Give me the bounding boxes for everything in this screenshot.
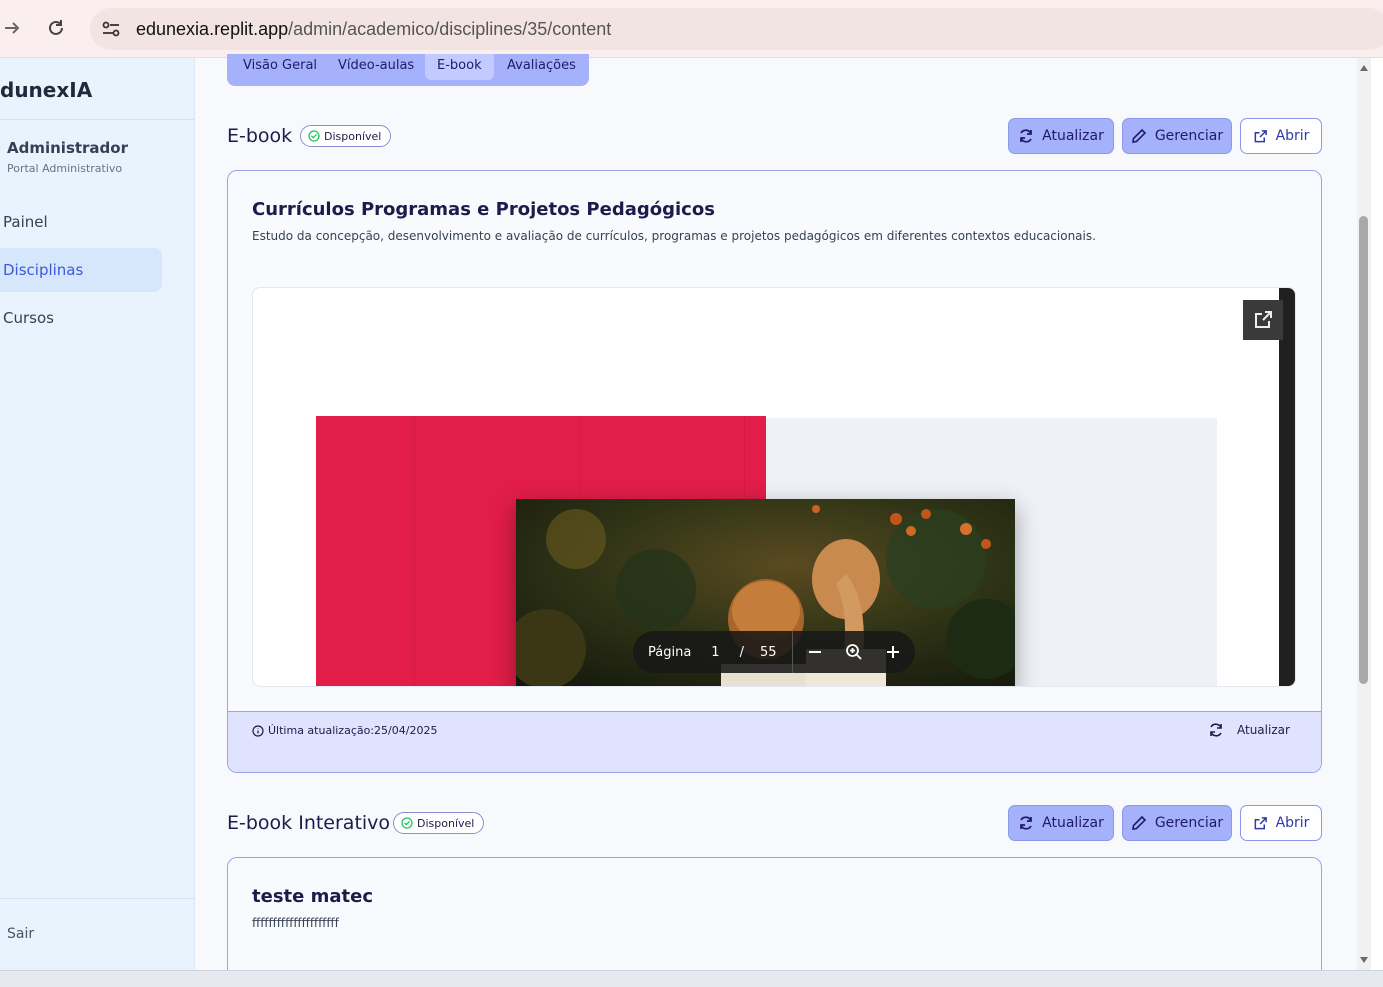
last-updated-label: Última atualização: [268, 724, 375, 737]
ebook-card-title: Currículos Programas e Projetos Pedagógi… [252, 199, 715, 220]
interactive-update-button[interactable]: Atualizar [1008, 805, 1114, 841]
tab-visao-geral[interactable]: Visão Geral [231, 54, 329, 80]
sidebar: dunexIA Administrador Portal Administrat… [0, 58, 195, 970]
external-link-icon [1254, 129, 1267, 142]
viewer-scrollbar[interactable] [1279, 288, 1295, 686]
sidebar-item-painel[interactable]: Painel [0, 200, 162, 244]
pencil-icon [1131, 815, 1146, 830]
ebook-manage-button[interactable]: Gerenciar [1122, 118, 1232, 154]
interactive-manage-button[interactable]: Gerenciar [1122, 805, 1232, 841]
user-role: Portal Administrativo [7, 162, 123, 175]
sidebar-item-label: Disciplinas [3, 261, 84, 279]
page-label: Página [648, 644, 692, 660]
footer-refresh-label: Atualizar [1237, 723, 1290, 737]
ebook-open-button[interactable]: Abrir [1240, 118, 1322, 154]
brand-logo-text: dunexIA [0, 78, 93, 102]
scrollbar-thumb[interactable] [1359, 216, 1368, 684]
last-updated-date: 25/04/2025 [374, 724, 438, 737]
info-icon [252, 724, 264, 737]
pencil-icon [1131, 128, 1146, 143]
popout-button[interactable] [1243, 300, 1283, 340]
ebook-card: Currículos Programas e Projetos Pedagógi… [227, 170, 1322, 773]
right-edge-panel [1371, 58, 1383, 970]
button-label: Abrir [1275, 815, 1310, 831]
refresh-icon [1020, 129, 1032, 143]
footer-refresh-button[interactable]: Atualizar [1208, 722, 1290, 738]
button-label: Gerenciar [1154, 815, 1224, 831]
interactive-card-title: teste matec [252, 886, 373, 907]
page-separator: / [739, 644, 744, 660]
interactive-status-badge: Disponível [393, 812, 485, 834]
forward-icon[interactable] [0, 14, 26, 42]
url-text[interactable]: edunexia.replit.app/admin/academico/disc… [136, 19, 611, 40]
refresh-icon [1020, 816, 1032, 830]
button-label: Atualizar [1042, 815, 1104, 831]
pdf-viewer[interactable]: Página 1 / 55 [252, 287, 1296, 687]
zoom-in-icon[interactable] [885, 644, 901, 660]
popout-icon [1255, 311, 1272, 328]
content-tabs: Visão Geral Vídeo-aulas E-book Avaliaçõe… [227, 54, 589, 86]
status-text: Disponível [417, 816, 475, 830]
ebook-section-title: E-book [227, 125, 293, 147]
tab-video-aulas[interactable]: Vídeo-aulas [326, 54, 426, 80]
zoom-fit-icon[interactable] [845, 643, 863, 661]
reload-icon[interactable] [42, 14, 70, 42]
scroll-up-icon[interactable] [1359, 64, 1369, 72]
zoom-out-icon[interactable] [807, 644, 823, 660]
ebook-status-badge: Disponível [300, 125, 392, 147]
page-number-input[interactable]: 1 [711, 645, 719, 660]
ebook-card-description: Estudo da concepção, desenvolvimento e a… [252, 229, 1096, 243]
interactive-card-description: fffffffffffffffffffff [252, 916, 339, 930]
main-content: Visão Geral Vídeo-aulas E-book Avaliaçõe… [195, 54, 1357, 987]
button-label: Atualizar [1042, 128, 1104, 144]
site-settings-icon[interactable] [100, 18, 122, 40]
external-link-icon [1254, 816, 1267, 829]
total-pages: 55 [759, 644, 777, 660]
check-circle-icon [401, 817, 413, 829]
check-circle-icon [308, 130, 320, 142]
button-label: Abrir [1275, 128, 1310, 144]
sidebar-item-label: Painel [3, 213, 48, 231]
ebook-card-footer: Última atualização: 25/04/2025 Atualizar [228, 711, 1321, 772]
sidebar-item-disciplinas[interactable]: Disciplinas [0, 248, 162, 292]
ebook-update-button[interactable]: Atualizar [1008, 118, 1114, 154]
page-scrollbar[interactable] [1357, 58, 1371, 970]
interactive-card: teste matec fffffffffffffffffffff [227, 857, 1322, 987]
refresh-icon [1210, 723, 1222, 737]
browser-toolbar: edunexia.replit.app/admin/academico/disc… [0, 0, 1383, 58]
logout-button[interactable]: Sair [7, 926, 34, 942]
last-updated: Última atualização: 25/04/2025 [252, 724, 437, 737]
sidebar-item-cursos[interactable]: Cursos [0, 296, 162, 340]
button-label: Gerenciar [1154, 128, 1224, 144]
interactive-section-title: E-book Interativo [227, 812, 391, 834]
tab-ebook[interactable]: E-book [425, 54, 494, 80]
sidebar-divider [0, 898, 194, 899]
sidebar-divider [0, 119, 194, 120]
sidebar-item-label: Cursos [3, 309, 54, 327]
os-taskbar [0, 970, 1383, 987]
interactive-open-button[interactable]: Abrir [1240, 805, 1322, 841]
user-name: Administrador [7, 139, 128, 157]
status-text: Disponível [324, 129, 382, 143]
pdf-toolbar: Página 1 / 55 [633, 631, 915, 673]
tab-avaliacoes[interactable]: Avaliações [495, 54, 588, 80]
scroll-down-icon[interactable] [1359, 956, 1369, 964]
